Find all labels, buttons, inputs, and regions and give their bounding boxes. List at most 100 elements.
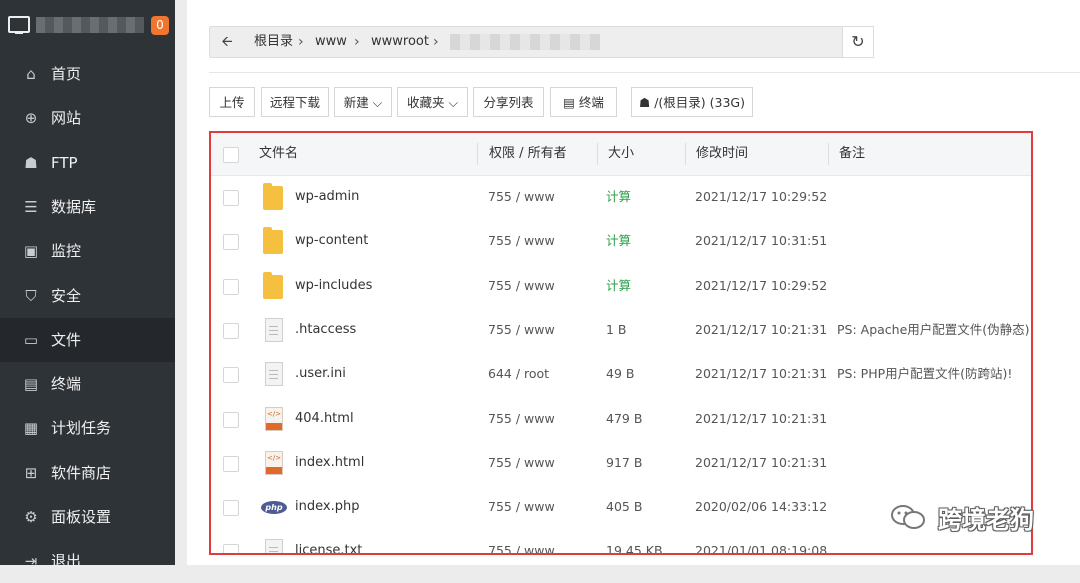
- file-size: 405 B: [606, 499, 643, 515]
- table-row[interactable]: wp-admin 755 / www 计算 2021/12/17 10:29:52: [211, 175, 1031, 219]
- sidebar-item-database[interactable]: ☰ 数据库: [0, 185, 175, 229]
- sidebar-item-label: 首页: [51, 65, 82, 83]
- chevron-down-icon: ⌵: [372, 95, 383, 110]
- sidebar-item-terminal[interactable]: ▤ 终端: [0, 362, 175, 406]
- sidebar-item-home[interactable]: ⌂ 首页: [0, 52, 175, 96]
- select-all-checkbox[interactable]: [223, 147, 239, 163]
- path-breadcrumb-bar[interactable]: 🡨 根目录 › www › wwwroot ›: [209, 26, 873, 58]
- breadcrumb-redacted: [450, 34, 600, 50]
- share-list-button[interactable]: 分享列表: [473, 87, 544, 117]
- file-size[interactable]: 计算: [606, 219, 631, 263]
- notification-badge[interactable]: 0: [151, 16, 169, 35]
- table-row[interactable]: .user.ini 644 / root 49 B 2021/12/17 10:21:…: [211, 352, 1031, 396]
- table-row[interactable]: wp-content 755 / www 计算 2021/12/17 10:31:51: [211, 219, 1031, 263]
- row-checkbox[interactable]: [223, 190, 239, 206]
- remote-download-button[interactable]: 远程下载: [261, 87, 329, 117]
- file-note: PS: PHP用户配置文件(防跨站)!: [837, 366, 1013, 382]
- sidebar-item-gear[interactable]: ⚙ 面板设置: [0, 495, 175, 539]
- file-permission: 755 / www: [488, 321, 555, 337]
- breadcrumb-root[interactable]: 根目录: [254, 27, 293, 57]
- terminal-icon: ▤: [23, 375, 39, 394]
- file-name[interactable]: index.html: [295, 441, 364, 485]
- header-note: 备注: [839, 146, 866, 161]
- calendar-icon: ▦: [23, 419, 39, 438]
- sidebar-item-globe[interactable]: ⊕ 网站: [0, 96, 175, 140]
- row-checkbox[interactable]: [223, 500, 239, 517]
- sidebar-item-label: 安全: [51, 286, 82, 305]
- home-icon: ⌂: [26, 65, 36, 83]
- file-mtime: 2021/12/17 10:21:31: [695, 366, 828, 382]
- php-file-icon: php: [261, 501, 287, 515]
- sidebar-item-label: 软件商店: [51, 463, 112, 482]
- file-mtime: 2021/12/17 10:21:31: [695, 454, 828, 470]
- row-checkbox[interactable]: [223, 411, 239, 428]
- sidebar-item-label: FTP: [51, 153, 78, 172]
- table-row[interactable]: license.txt 755 / www 19.45 KB 2021/01/01 0…: [211, 529, 1031, 555]
- file-name[interactable]: 404.html: [295, 397, 354, 441]
- html-file-icon: [265, 406, 283, 431]
- new-dropdown-button[interactable]: 新建 ⌵: [334, 87, 392, 117]
- file-size[interactable]: 计算: [606, 264, 631, 308]
- table-row[interactable]: wp-includes 755 / www 计算 2021/12/17 10:29:5…: [211, 264, 1031, 308]
- file-permission: 755 / www: [488, 277, 555, 293]
- sidebar-item-calendar[interactable]: ▦ 计划任务: [0, 406, 175, 450]
- sidebar-item-shield[interactable]: ⛉ 安全: [0, 274, 175, 318]
- sidebar-item-label: 终端: [51, 375, 82, 394]
- file-permission: 755 / www: [488, 543, 555, 555]
- file-name[interactable]: license.txt: [295, 529, 362, 553]
- file-icon: [265, 539, 283, 553]
- row-checkbox[interactable]: [223, 278, 239, 295]
- table-row[interactable]: 404.html 755 / www 479 B 2021/12/17 10:21:3…: [211, 397, 1031, 441]
- file-name[interactable]: wp-admin: [295, 175, 359, 219]
- file-name[interactable]: wp-content: [295, 219, 368, 263]
- row-checkbox[interactable]: [223, 544, 239, 553]
- row-checkbox[interactable]: [223, 234, 239, 251]
- table-row[interactable]: index.html 755 / www 917 B 2021/12/17 10:21…: [211, 441, 1031, 485]
- column-separator: [477, 143, 478, 165]
- header-mtime[interactable]: 修改时间: [696, 133, 748, 175]
- sidebar-item-label: 计划任务: [51, 419, 112, 438]
- file-mtime: 2021/12/17 10:29:52: [695, 277, 828, 293]
- file-name[interactable]: .htaccess: [295, 308, 356, 352]
- file-size: 479 B: [606, 410, 643, 426]
- sidebar-item-folder[interactable]: ▭ 文件: [0, 317, 175, 362]
- wechat-logo-icon: [891, 505, 925, 529]
- back-arrow-icon[interactable]: 🡨: [210, 27, 244, 57]
- disk-button[interactable]: ☗ /(根目录) (33G): [631, 87, 753, 117]
- column-separator: [685, 143, 686, 165]
- file-name[interactable]: .user.ini: [295, 352, 346, 396]
- apps-icon: ⊞: [24, 463, 38, 482]
- sidebar-item-ftp[interactable]: ☗ FTP: [0, 141, 175, 185]
- breadcrumb-www[interactable]: www: [315, 27, 347, 57]
- chevron-down-icon: ⌵: [448, 95, 458, 110]
- server-hostname-redacted: [36, 17, 144, 33]
- sidebar-item-monitor[interactable]: ▣ 监控: [0, 229, 175, 273]
- header-filename[interactable]: 文件名: [259, 133, 298, 175]
- header-size[interactable]: 大小: [608, 133, 634, 175]
- refresh-button[interactable]: ↻: [842, 26, 874, 58]
- watermark-text: 跨境老狗: [938, 506, 1034, 534]
- terminal-button[interactable]: ▤ 终端: [550, 87, 617, 117]
- html-file-icon: [265, 450, 283, 475]
- folder-icon: [263, 227, 283, 255]
- file-name[interactable]: wp-includes: [295, 264, 372, 308]
- terminal-icon: ▤: [563, 95, 575, 110]
- favorites-dropdown-button[interactable]: 收藏夹 ⌵: [397, 87, 468, 117]
- sidebar-item-label: 退出: [51, 552, 82, 571]
- header-permission[interactable]: 权限 / 所有者: [489, 133, 567, 175]
- file-permission: 755 / www: [488, 499, 555, 515]
- chevron-right-icon: ›: [354, 34, 360, 50]
- logout-icon: ⇥: [24, 552, 38, 571]
- sidebar-item-apps[interactable]: ⊞ 软件商店: [0, 451, 175, 495]
- disk-label: /(根目录) (33G): [654, 95, 745, 110]
- sidebar-item-logout[interactable]: ⇥ 退出: [0, 539, 175, 583]
- upload-button[interactable]: 上传: [209, 87, 255, 117]
- row-checkbox[interactable]: [223, 322, 239, 339]
- table-row[interactable]: .htaccess 755 / www 1 B 2021/12/17 10:21:31…: [211, 308, 1031, 352]
- row-checkbox[interactable]: [223, 367, 239, 384]
- file-size[interactable]: 计算: [606, 175, 631, 219]
- file-icon: [265, 317, 283, 342]
- breadcrumb-wwwroot[interactable]: wwwroot: [371, 27, 429, 57]
- row-checkbox[interactable]: [223, 455, 239, 472]
- file-name[interactable]: index.php: [295, 485, 359, 529]
